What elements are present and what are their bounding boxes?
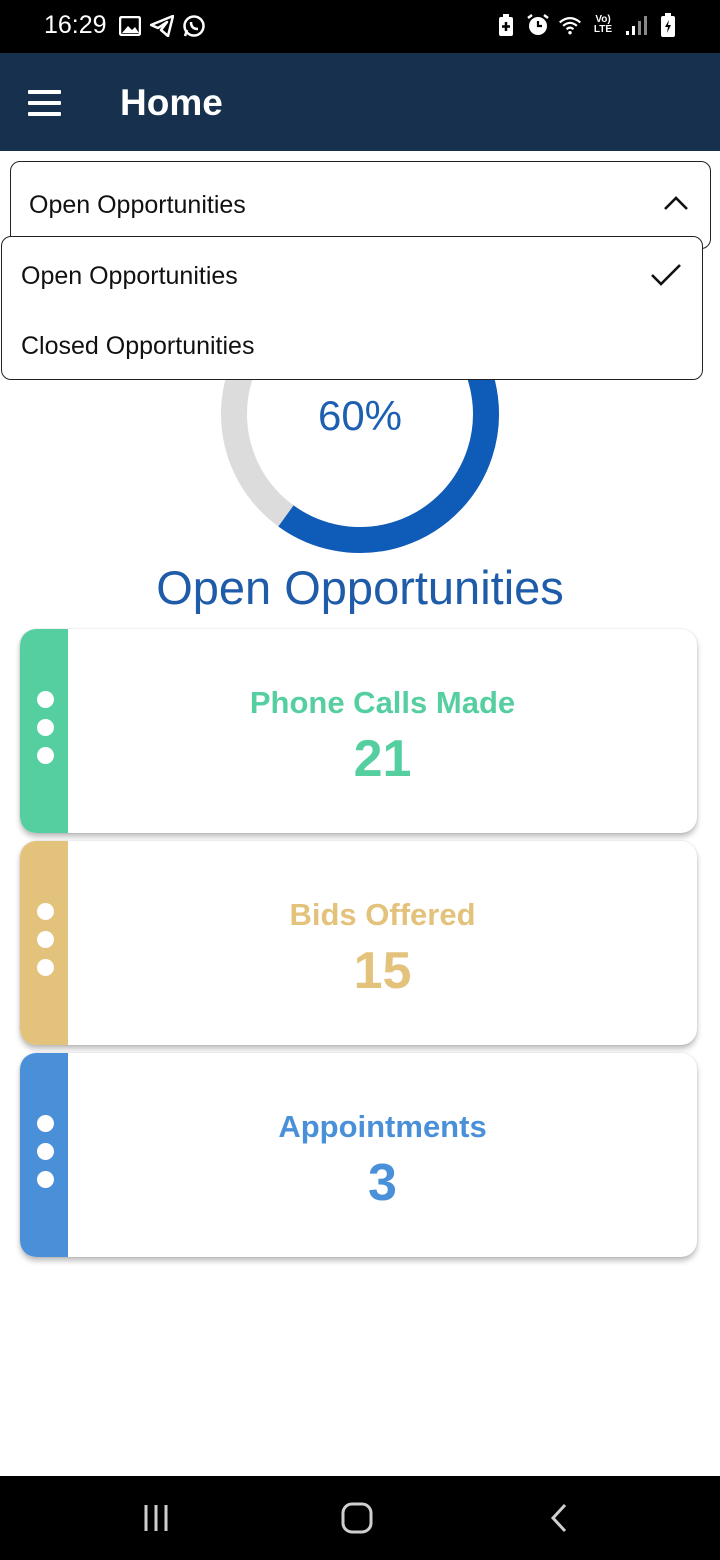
recent-apps-icon[interactable] bbox=[126, 1496, 186, 1540]
section-title: Open Opportunities bbox=[156, 561, 564, 614]
dropdown-option-closed[interactable]: Closed Opportunities bbox=[2, 311, 702, 381]
stat-card-phone-calls[interactable]: Phone Calls Made 21 bbox=[20, 629, 697, 833]
select-value: Open Opportunities bbox=[29, 191, 246, 219]
system-nav-bar bbox=[0, 1476, 720, 1560]
checkmark-icon bbox=[651, 264, 681, 286]
dropdown-option-label: Open Opportunities bbox=[21, 261, 238, 290]
card-label: Appointments bbox=[278, 1109, 487, 1144]
card-color-strip bbox=[20, 1053, 68, 1257]
card-color-strip bbox=[20, 629, 68, 833]
home-icon[interactable] bbox=[327, 1496, 387, 1540]
card-label: Bids Offered bbox=[289, 897, 476, 932]
card-dots-icon bbox=[37, 1115, 54, 1188]
back-icon[interactable] bbox=[529, 1496, 589, 1540]
progress-percent: 60% bbox=[317, 392, 403, 439]
card-dots-icon bbox=[37, 691, 54, 764]
card-dots-icon bbox=[37, 903, 54, 976]
select-dropdown-menu: Open Opportunities Closed Opportunities bbox=[1, 236, 703, 380]
card-value: 15 bbox=[353, 942, 412, 1000]
dropdown-option-open[interactable]: Open Opportunities bbox=[2, 241, 702, 311]
card-color-strip bbox=[20, 841, 68, 1045]
dropdown-option-label: Closed Opportunities bbox=[21, 331, 255, 360]
stat-card-bids-offered[interactable]: Bids Offered 15 bbox=[20, 841, 697, 1045]
chevron-up-icon[interactable] bbox=[662, 192, 690, 214]
card-value: 21 bbox=[353, 730, 412, 788]
stat-card-appointments[interactable]: Appointments 3 bbox=[20, 1053, 697, 1257]
card-value: 3 bbox=[368, 1154, 397, 1212]
card-label: Phone Calls Made bbox=[249, 685, 516, 720]
